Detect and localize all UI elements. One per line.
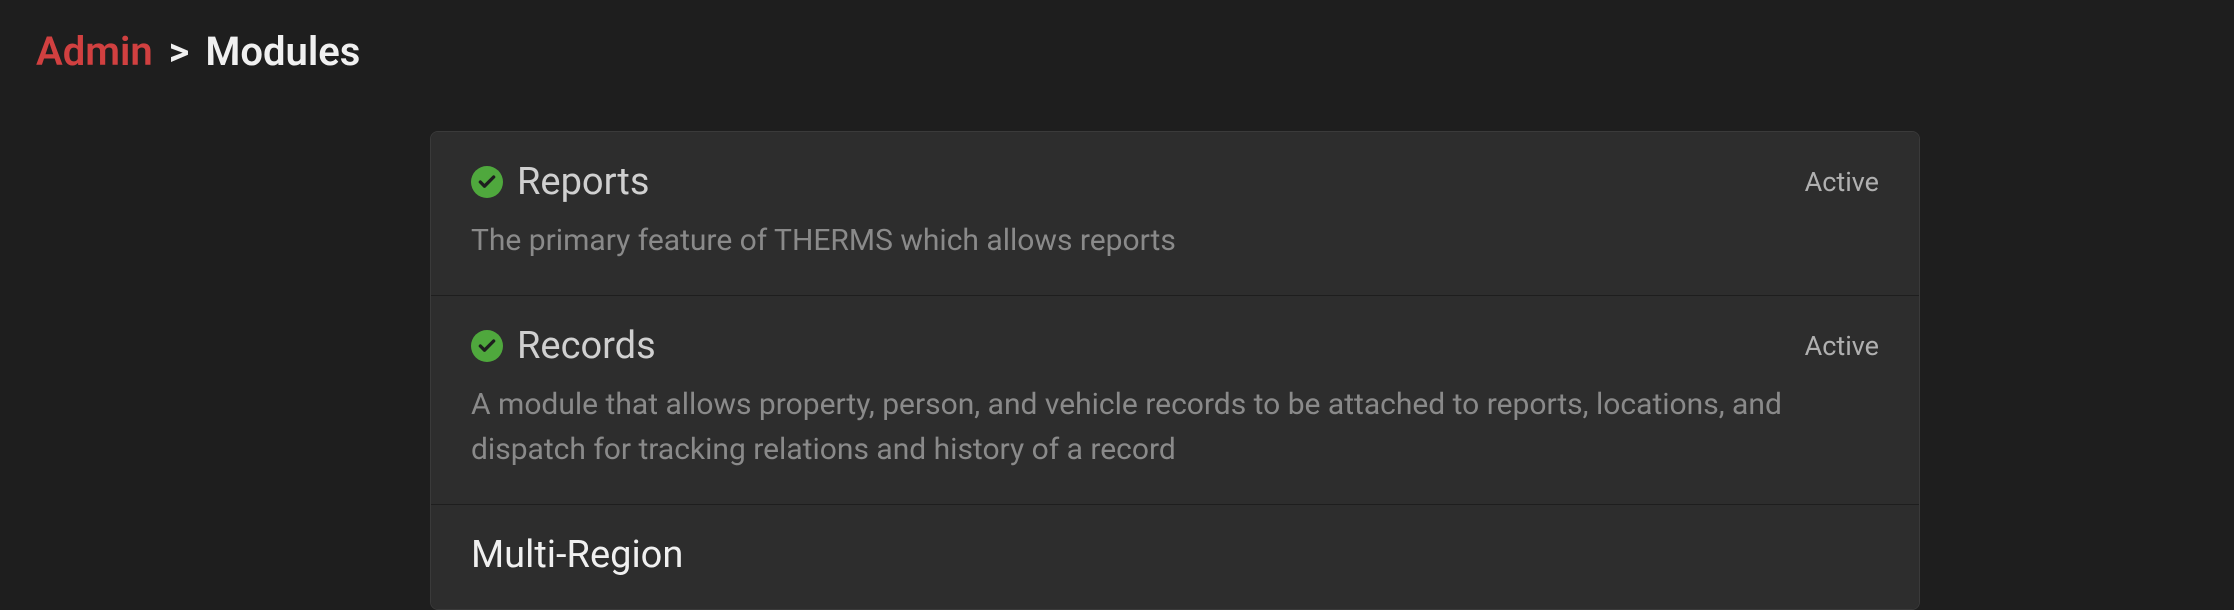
module-title-group: Reports — [471, 160, 649, 204]
module-list: Reports Active The primary feature of TH… — [430, 131, 1920, 610]
module-header: Reports Active — [471, 160, 1879, 204]
module-header: Records Active — [471, 324, 1879, 368]
check-circle-icon — [471, 330, 503, 362]
breadcrumb-admin-link[interactable]: Admin — [36, 28, 153, 75]
module-card-records[interactable]: Records Active A module that allows prop… — [431, 296, 1919, 505]
module-card-reports[interactable]: Reports Active The primary feature of TH… — [431, 132, 1919, 296]
module-header: Multi-Region — [471, 533, 1879, 577]
module-title: Records — [517, 324, 656, 368]
module-title-group: Records — [471, 324, 656, 368]
module-title: Multi-Region — [471, 533, 683, 577]
breadcrumb-current: Modules — [205, 28, 360, 75]
module-status: Active — [1805, 330, 1879, 362]
breadcrumb: Admin > Modules — [0, 0, 2234, 103]
check-circle-icon — [471, 166, 503, 198]
module-title-group: Multi-Region — [471, 533, 683, 577]
module-card-multi-region[interactable]: Multi-Region — [431, 505, 1919, 609]
breadcrumb-separator: > — [169, 28, 190, 75]
module-title: Reports — [517, 160, 649, 204]
module-description: The primary feature of THERMS which allo… — [471, 218, 1811, 263]
module-status: Active — [1805, 166, 1879, 198]
module-description: A module that allows property, person, a… — [471, 382, 1811, 472]
